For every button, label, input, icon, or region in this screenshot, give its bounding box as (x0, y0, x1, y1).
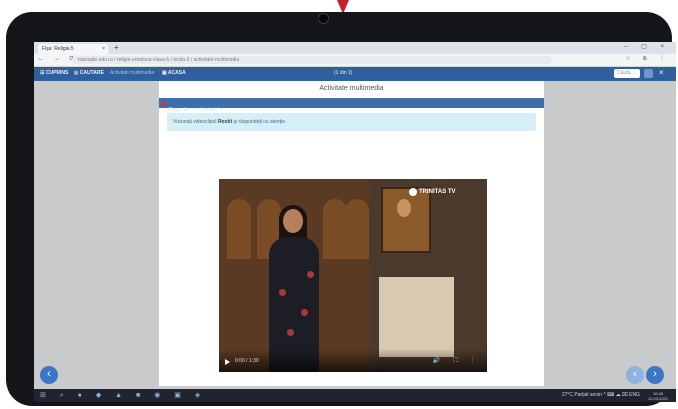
page-counter: (1 din 1) (334, 70, 353, 76)
close-icon[interactable]: × (659, 68, 664, 77)
video-dress-flower (279, 289, 286, 296)
video-player[interactable]: TRINITAS TV 0:00 / 1:30 🔊 ⛶ ⋮ (219, 179, 487, 372)
multimedia-nav-item[interactable]: Activitati multimedia (110, 70, 154, 76)
video-time: 0:00 / 1:30 (235, 358, 259, 364)
tab-close-icon[interactable]: × (102, 44, 105, 54)
cuprins-button[interactable]: ☰ CUPRINS (40, 70, 68, 76)
taskbar-clock: 10:45 12.03.2021 (648, 391, 668, 401)
play-icon[interactable] (225, 359, 230, 365)
instruction-text-end: și răspundeți cu atenție. (232, 119, 287, 125)
video-controls: 0:00 / 1:30 🔊 ⛶ ⋮ (219, 349, 487, 372)
taskbar-app-icons[interactable]: ⊞ ⌕ ● ◆ ▲ ■ ◉ ▣ ◈ (40, 391, 206, 400)
video-icon-face (397, 199, 411, 217)
browser-tab[interactable]: Fișa: Religia 5 × (38, 44, 108, 54)
system-tray[interactable]: 27°C Parțial senin ^ ⌨ ☁ ⌧ ENG (562, 392, 640, 398)
section-marker-icon (162, 101, 166, 105)
prev-page-button[interactable]: ‹ (40, 366, 58, 384)
instruction-text: Vizionați videoclipul (173, 119, 218, 125)
browser-tab-bar: Fișa: Religia 5 × + – ▢ × (34, 42, 676, 54)
acasa-button[interactable]: ▣ ACASA (162, 70, 186, 76)
section-header: Ruga de cere (viniane) (159, 98, 544, 113)
video-altar-cloth (379, 277, 454, 357)
video-control-icons[interactable]: 🔊 ⛶ ⋮ (432, 357, 479, 365)
clock-date: 12.03.2021 (647, 396, 668, 401)
video-arch (345, 199, 369, 259)
tablet-frame: Fișa: Religia 5 × + – ▢ × ← → ⟳ manuale.… (6, 12, 676, 406)
address-bar: ← → ⟳ manuale.edu.ro / religie-ortodoxa-… (34, 54, 676, 67)
tablet-screen: Fișa: Religia 5 × + – ▢ × ← → ⟳ manuale.… (34, 42, 676, 402)
video-dress-flower (307, 271, 314, 278)
address-bar-icons[interactable]: ☆ ⊕ ⋮ (625, 55, 670, 62)
video-arch (323, 199, 347, 259)
tab-title: Fișa: Religia 5 (42, 46, 74, 52)
video-icon-painting (381, 187, 431, 253)
new-tab-button[interactable]: + (114, 43, 119, 52)
video-watermark: TRINITAS TV (419, 189, 456, 195)
taskbar: ⊞ ⌕ ● ◆ ▲ ■ ◉ ▣ ◈ 27°C Parțial senin ^ ⌨… (34, 389, 676, 402)
instruction-bold: Rostit (217, 119, 233, 125)
next-page-button[interactable]: › (646, 366, 664, 384)
prev-page-secondary-button[interactable]: ‹ (626, 366, 644, 384)
video-dress-flower (287, 329, 294, 336)
content-panel: Activitate multimedia Ruga de cere (vini… (159, 81, 544, 386)
cautare-button[interactable]: ◎ CAUTARE (74, 70, 104, 76)
page-title: Activitate multimedia (319, 85, 384, 92)
url-field[interactable]: manuale.edu.ro / religie-ortodoxa-clasa-… (72, 56, 552, 64)
video-arch (227, 199, 251, 259)
app-header: ☰ CUPRINS ◎ CAUTARE Activitati multimedi… (34, 67, 676, 81)
window-controls[interactable]: – ▢ × (624, 43, 670, 50)
trinitas-logo-icon (409, 188, 417, 196)
instruction-box: Vizionați videoclipul Rostit și răspunde… (167, 113, 536, 131)
search-input[interactable]: Caută… (614, 69, 640, 78)
video-presenter-head (283, 209, 303, 233)
video-dress-flower (301, 309, 308, 316)
menu-button[interactable] (644, 69, 653, 78)
front-camera (318, 13, 329, 24)
